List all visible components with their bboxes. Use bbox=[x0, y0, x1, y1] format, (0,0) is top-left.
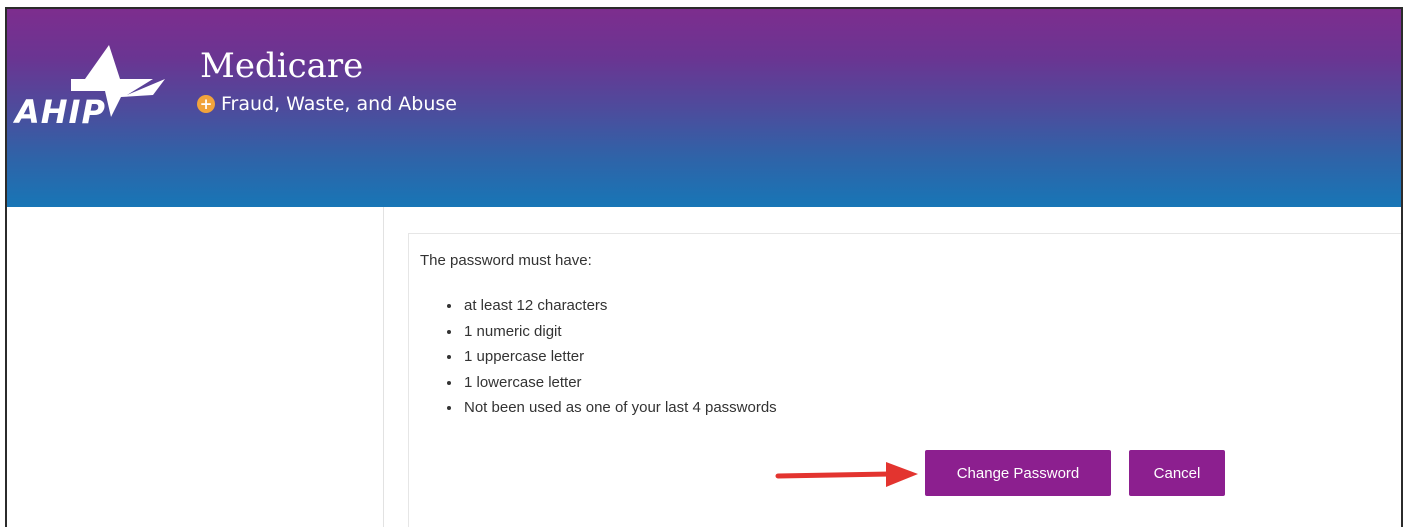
list-item: at least 12 characters bbox=[462, 293, 777, 319]
password-rules-intro: The password must have: bbox=[420, 252, 592, 269]
plus-circle-icon: + bbox=[197, 95, 215, 113]
list-item: 1 lowercase letter bbox=[462, 370, 777, 396]
cancel-button[interactable]: Cancel bbox=[1129, 450, 1225, 496]
list-item: 1 numeric digit bbox=[462, 319, 777, 345]
logo-text: AHIP bbox=[15, 93, 106, 131]
list-item: Not been used as one of your last 4 pass… bbox=[462, 395, 777, 421]
red-arrow-icon bbox=[775, 462, 918, 487]
site-subtitle: + Fraud, Waste, and Abuse bbox=[197, 93, 457, 115]
site-title: Medicare bbox=[200, 46, 364, 86]
left-sidebar bbox=[7, 207, 384, 527]
password-rules-list: at least 12 characters 1 numeric digit 1… bbox=[443, 293, 777, 421]
site-subtitle-text: Fraud, Waste, and Abuse bbox=[221, 93, 457, 115]
app-window: AHIP Medicare + Fraud, Waste, and Abuse bbox=[5, 7, 1403, 527]
change-password-button[interactable]: Change Password bbox=[925, 450, 1111, 496]
site-header: AHIP Medicare + Fraud, Waste, and Abuse bbox=[7, 9, 1401, 207]
list-item: 1 uppercase letter bbox=[462, 344, 777, 370]
